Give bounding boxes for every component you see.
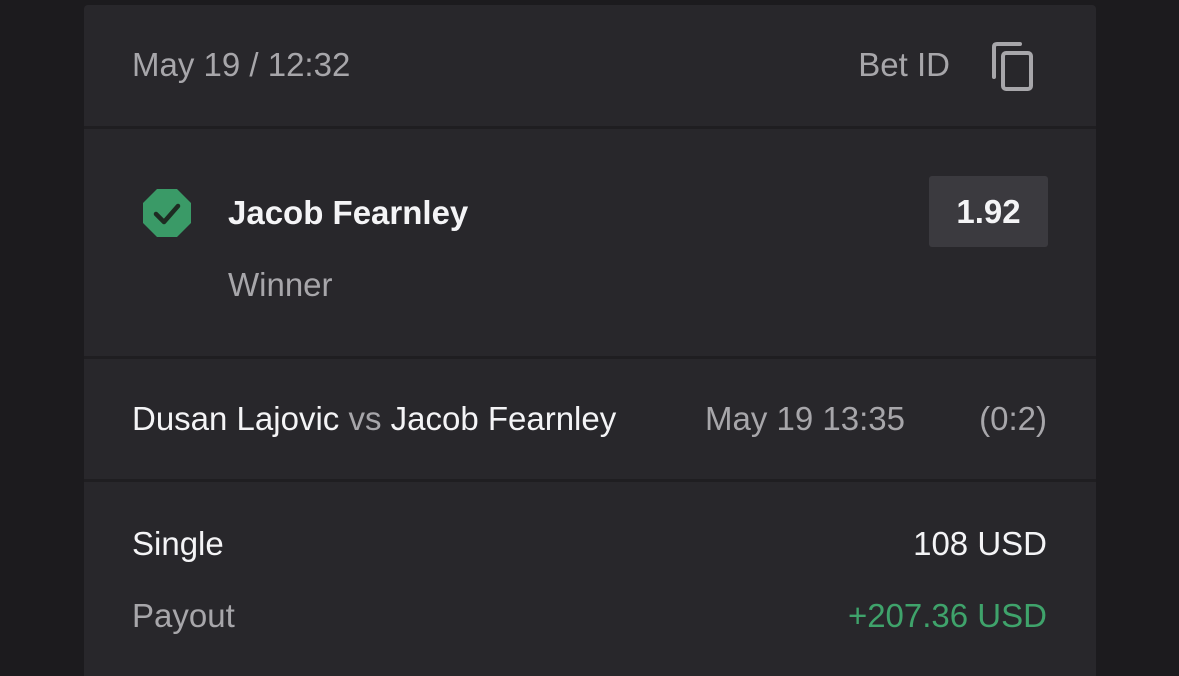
stake-section: Single 108 USD Payout +207.36 USD	[84, 482, 1096, 676]
selection-name: Jacob Fearnley	[228, 194, 469, 231]
bet-card: May 19 / 12:32 Bet ID Jacob Fearnley Win…	[84, 5, 1096, 676]
event-away-team: Jacob Fearnley	[390, 400, 617, 437]
stake-amount: 108 USD	[913, 525, 1047, 562]
event-datetime: May 19 13:35	[705, 400, 905, 437]
bet-id-label: Bet ID	[858, 46, 950, 83]
bet-type: Single	[132, 525, 224, 562]
event-matchup[interactable]: Dusan Lajovic vs Jacob Fearnley	[132, 399, 616, 439]
odds-badge: 1.92	[929, 176, 1048, 247]
selection-market: Winner	[228, 266, 333, 303]
event-score: (0:2)	[979, 400, 1047, 437]
event-row[interactable]: Dusan Lajovic vs Jacob Fearnley May 19 1…	[84, 359, 1096, 479]
event-home-team: Dusan Lajovic	[132, 400, 340, 437]
bet-header: May 19 / 12:32 Bet ID	[84, 5, 1096, 126]
event-vs: vs	[348, 400, 382, 437]
payout-label: Payout	[132, 597, 235, 634]
check-circle-icon	[141, 187, 193, 239]
payout-amount: +207.36 USD	[847, 597, 1047, 634]
selection-row: Jacob Fearnley Winner 1.92	[84, 129, 1096, 356]
copy-icon[interactable]	[990, 41, 1036, 93]
bet-placed-datetime: May 19 / 12:32	[132, 46, 351, 83]
